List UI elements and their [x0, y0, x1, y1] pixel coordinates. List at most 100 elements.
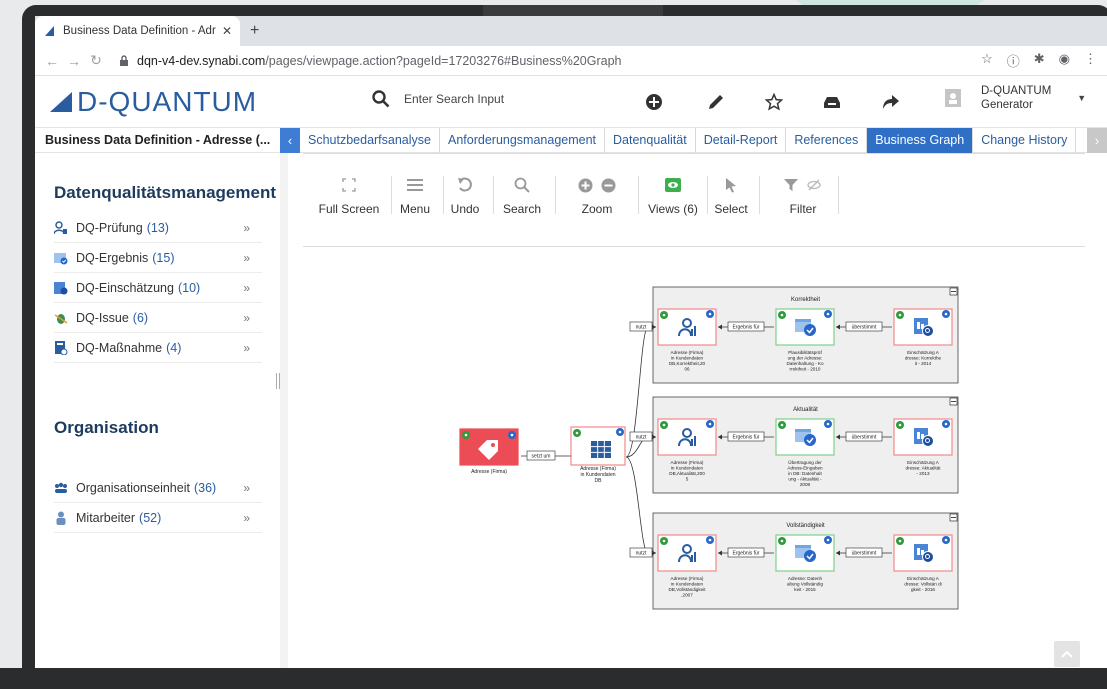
inbox-icon[interactable]: [822, 92, 842, 112]
sidebar-item-dq-issue[interactable]: DQ-Issue (6) »: [54, 303, 262, 333]
add-circle-icon[interactable]: [644, 92, 664, 112]
sidebar-item-dq-ergebnis[interactable]: DQ-Ergebnis (15) »: [54, 243, 262, 273]
business-graph-canvas[interactable]: Adresse (Firma)setzt umAdresse (Firma)in…: [288, 247, 1107, 678]
chevron-right-icon[interactable]: »: [243, 341, 250, 355]
tab-anforderungsmanagement[interactable]: Anforderungsmanagement: [440, 127, 606, 153]
result-node-label: Plausibilitätsprüf: [788, 350, 822, 355]
tab-list: Schutzbedarfsanalyse Anforderungsmanageme…: [300, 127, 1077, 153]
undo-icon: [448, 174, 482, 196]
sidebar-item-dq-ma-nahme[interactable]: DQ-Maßnahme (4) »: [54, 333, 262, 363]
hamburger-icon: [395, 174, 435, 196]
full-screen-button[interactable]: Full Screen: [318, 174, 380, 216]
forward-icon[interactable]: →: [63, 53, 85, 69]
edge-label: setzt um: [532, 454, 551, 460]
chevron-right-icon[interactable]: »: [243, 511, 250, 525]
sidebar-item-label: Organisationseinheit: [76, 480, 190, 495]
tab-change-history[interactable]: Change History: [973, 127, 1077, 153]
app-logo[interactable]: D-QUANTUM: [35, 86, 280, 118]
result-node-label: ung - Aktualität -: [788, 477, 822, 482]
device-frame-bottom: [0, 668, 1107, 689]
sidebar-item-mitarbeiter[interactable]: Mitarbeiter (52) »: [54, 503, 262, 533]
filter-button[interactable]: Filter: [778, 174, 828, 216]
reload-icon[interactable]: ↻: [85, 52, 107, 69]
group-title: Vollständigkeit: [786, 523, 825, 529]
url-field[interactable]: dqn-v4-dev.synabi.com/pages/viewpage.act…: [115, 49, 973, 73]
assessment-node-label: Einschätzung A: [907, 576, 940, 581]
search-button[interactable]: Search: [499, 174, 545, 216]
browser-tab-title: Business Data Definition - Adre: [63, 25, 216, 37]
tab-schutzbedarfsanalyse[interactable]: Schutzbedarfsanalyse: [300, 127, 440, 153]
undo-button[interactable]: Undo: [448, 174, 482, 216]
data-node-label: in Kundendaten: [671, 356, 704, 361]
browser-menu-icon[interactable]: ⋮: [1084, 51, 1097, 70]
user-menu[interactable]: D-QUANTUM Generator ▼: [945, 84, 1086, 112]
tab-references[interactable]: References: [786, 127, 868, 153]
assessment-node-label: Einschätzung A: [907, 460, 940, 465]
header-search[interactable]: Enter Search Input: [372, 90, 504, 108]
new-tab-icon[interactable]: +: [250, 22, 259, 40]
sidebar-item-organisationseinheit[interactable]: Organisationseinheit (36) »: [54, 473, 262, 503]
pencil-icon[interactable]: [706, 92, 726, 112]
chevron-right-icon[interactable]: »: [243, 221, 250, 235]
edge-label: Ergebnis für: [733, 435, 760, 441]
tabs-scroll-left-icon[interactable]: ‹: [280, 127, 300, 153]
sidebar-item-count: (15): [152, 250, 175, 265]
sidebar-divider: [280, 153, 288, 684]
search-input[interactable]: Enter Search Input: [404, 92, 504, 106]
table-grid-icon: [591, 441, 611, 458]
sidebar-item-label: DQ-Einschätzung: [76, 280, 174, 295]
tabs-scroll-right-icon[interactable]: ›: [1087, 128, 1107, 153]
chevron-right-icon[interactable]: »: [243, 281, 250, 295]
chevron-up-icon: [1061, 650, 1073, 658]
sidebar-item-count: (13): [146, 220, 169, 235]
share-icon[interactable]: [881, 92, 901, 112]
zoom-control[interactable]: Zoom: [565, 174, 629, 216]
edge-label: nutzt: [636, 551, 647, 557]
page-title: Business Data Definition - Adresse (...: [45, 133, 271, 147]
chevron-right-icon[interactable]: »: [243, 311, 250, 325]
menu-button[interactable]: Menu: [395, 174, 435, 216]
logo-triangle-icon: [50, 91, 72, 112]
db-node-label: DB: [595, 478, 603, 484]
group-title: Aktualität: [793, 407, 818, 413]
tab-datenqualit-t[interactable]: Datenqualität: [605, 127, 696, 153]
extensions-icon[interactable]: ✱: [1034, 51, 1045, 70]
edge-label: nutzt: [636, 325, 647, 331]
main-content: Full Screen Menu Undo Search Zoom Views …: [288, 153, 1107, 684]
chevron-down-icon[interactable]: ▼: [1077, 93, 1086, 103]
employee-icon: [54, 511, 68, 525]
lock-icon: [120, 55, 128, 66]
result-node-label: Adress-Eingaben: [787, 466, 823, 471]
close-tab-icon[interactable]: ✕: [222, 24, 232, 38]
tab-detail-report[interactable]: Detail-Report: [696, 127, 787, 153]
select-button[interactable]: Select: [712, 174, 750, 216]
edge-label: Ergebnis für: [733, 325, 760, 331]
dq-measure-icon: [54, 340, 68, 355]
info-icon[interactable]: ⓘ: [1007, 51, 1020, 70]
data-node-label: DB,Korrektheit,20: [669, 361, 706, 366]
views-button[interactable]: Views (6): [646, 174, 700, 216]
edge-label: überstimmt: [852, 551, 877, 557]
result-node-label: Adresse: Datenh: [788, 576, 823, 581]
result-node-label: in DB: Datenhalt: [788, 471, 822, 476]
sidebar-item-dq-pr-fung[interactable]: DQ-Prüfung (13) »: [53, 213, 262, 243]
data-node-label: in Kundendaten: [671, 582, 704, 587]
dq-issue-icon: [54, 311, 68, 325]
edge-label: Ergebnis für: [733, 551, 760, 557]
browser-tab[interactable]: Business Data Definition - Adre ✕: [35, 16, 240, 46]
assessment-node-label: dresse: Vollstän di: [904, 582, 941, 587]
chevron-right-icon[interactable]: »: [243, 251, 250, 265]
bookmark-star-icon[interactable]: ☆: [981, 51, 993, 70]
profile-icon[interactable]: ◉: [1059, 51, 1070, 70]
app-header: D-QUANTUM Enter Search Input D-QUANTUM Ge…: [35, 76, 1107, 128]
star-icon[interactable]: [764, 92, 784, 112]
scroll-to-top-button[interactable]: [1054, 641, 1080, 667]
page-navigation: Business Data Definition - Adresse (... …: [35, 127, 1107, 153]
back-icon[interactable]: ←: [41, 53, 63, 69]
sidebar-section-title-organisation: Organisation: [54, 418, 159, 437]
chevron-right-icon[interactable]: »: [243, 481, 250, 495]
cursor-icon: [712, 174, 750, 196]
sidebar-item-dq-einsch-tzung[interactable]: DQ-Einschätzung (10) »: [54, 273, 262, 303]
sidebar-item-count: (10): [177, 280, 201, 295]
tab-business-graph[interactable]: Business Graph: [867, 127, 974, 153]
